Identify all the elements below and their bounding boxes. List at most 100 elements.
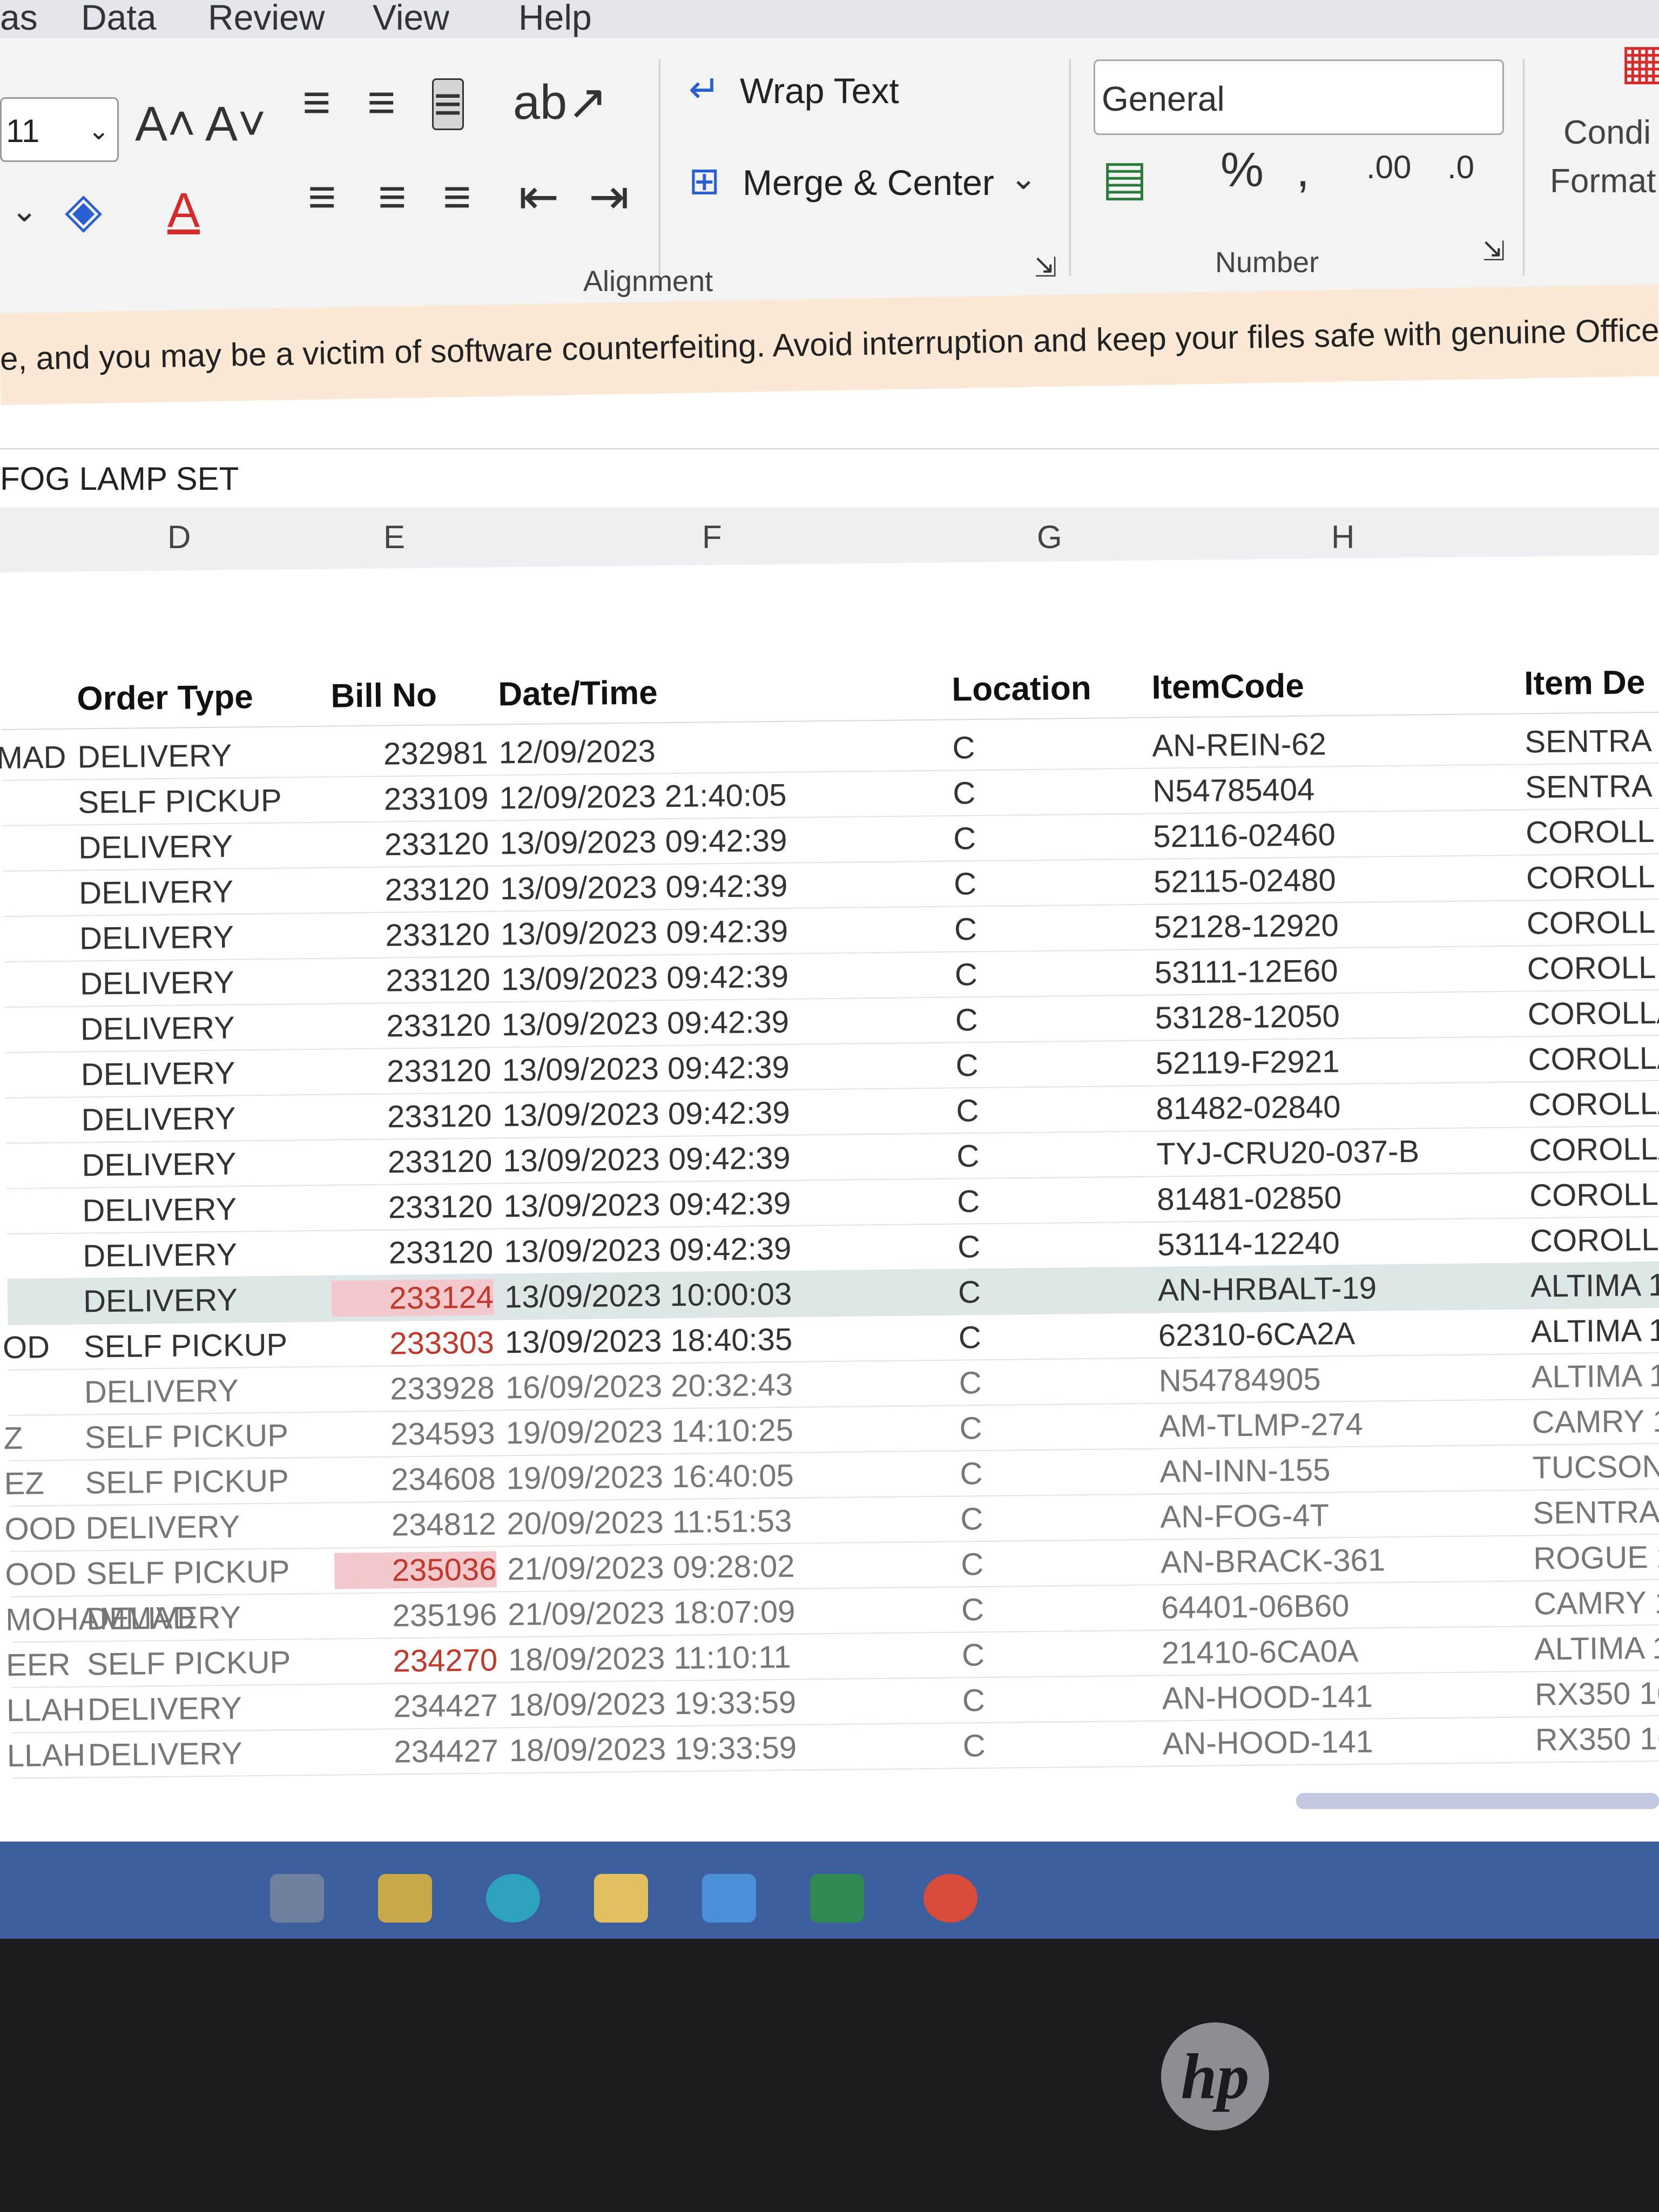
cell-bill-no[interactable]: 234593 <box>333 1415 495 1453</box>
cell-item-description[interactable]: ALTIMA 19 <box>1530 1266 1659 1304</box>
cell-item-code[interactable]: 53128-12050 <box>1155 998 1340 1036</box>
cell-order-type[interactable]: SELF PICKUP <box>85 1462 289 1501</box>
decrease-font-icon[interactable]: A˅ <box>205 100 266 149</box>
cell-location[interactable]: C <box>953 775 976 811</box>
cell-item-description[interactable]: COROLL <box>1526 859 1655 896</box>
edge-browser-icon[interactable] <box>486 1874 540 1923</box>
cell-location[interactable]: C <box>956 1092 979 1129</box>
cell-item-code[interactable]: 81482-02840 <box>1156 1089 1341 1127</box>
cell-date-time[interactable]: 13/09/2023 09:42:39 <box>503 1185 791 1225</box>
cell-location[interactable]: C <box>952 730 975 766</box>
header-item-code[interactable]: ItemCode <box>1151 667 1304 707</box>
cell-location[interactable]: C <box>960 1455 983 1492</box>
header-item-description[interactable]: Item De <box>1524 663 1645 703</box>
cell-item-description[interactable]: RX350 16-/45 <box>1535 1720 1659 1758</box>
cell-order-type[interactable]: SELF PICKUP <box>78 783 282 821</box>
cell-date-time[interactable]: 12/09/2023 21:40:05 <box>499 777 787 817</box>
number-format-dropdown[interactable]: General <box>1094 59 1504 135</box>
header-location[interactable]: Location <box>952 669 1091 709</box>
cell-bill-no[interactable]: 234270 <box>335 1642 498 1680</box>
menu-item-view[interactable]: View <box>373 0 449 38</box>
header-bill-no[interactable]: Bill No <box>331 676 437 716</box>
cell-item-description[interactable]: COROLLA <box>1528 1085 1659 1123</box>
header-date-time[interactable]: Date/Time <box>498 673 658 713</box>
merge-center-button[interactable]: Merge & Center <box>743 162 994 203</box>
align-right-icon[interactable]: ≡ <box>443 173 471 221</box>
fill-color-icon[interactable]: ◈ <box>65 186 102 235</box>
cell-location[interactable]: C <box>959 1319 982 1355</box>
cell-date-time[interactable]: 16/09/2023 20:32:43 <box>505 1367 793 1406</box>
cell-order-type[interactable]: DELIVERY <box>84 1372 239 1410</box>
cell-location[interactable]: C <box>953 820 976 857</box>
cell-item-code[interactable]: 52115-02480 <box>1154 862 1336 900</box>
cell-item-description[interactable]: COROLLA <box>1530 1221 1659 1259</box>
cell-bill-no[interactable]: 235196 <box>335 1596 497 1634</box>
menu-item-help[interactable]: Help <box>518 0 592 38</box>
cell-bill-no[interactable]: 233120 <box>331 1189 493 1226</box>
cell-customer-name[interactable]: EER <box>6 1647 71 1683</box>
cell-item-description[interactable]: CAMRY 15-1 <box>1534 1584 1659 1622</box>
cell-item-code[interactable]: AN-HOOD-141 <box>1162 1723 1373 1762</box>
cell-location[interactable]: C <box>962 1682 986 1718</box>
cell-item-description[interactable]: ALTIMA 16- <box>1531 1357 1659 1395</box>
cell-item-code[interactable]: 21410-6CA0A <box>1162 1633 1359 1671</box>
cell-item-code[interactable]: 64401-06B60 <box>1161 1588 1350 1626</box>
cell-location[interactable]: C <box>955 956 978 993</box>
cell-bill-no[interactable]: 232981 <box>326 735 488 773</box>
cell-bill-no[interactable]: 233928 <box>333 1370 495 1407</box>
cell-date-time[interactable]: 13/09/2023 09:42:39 <box>502 1049 790 1089</box>
cell-date-time[interactable]: 18/09/2023 11:10:11 <box>508 1639 791 1678</box>
cell-date-time[interactable]: 20/09/2023 11:51:53 <box>507 1503 792 1542</box>
cell-item-code[interactable]: AN-HOOD-141 <box>1162 1678 1373 1716</box>
cell-item-code[interactable]: 53114-12240 <box>1157 1225 1340 1263</box>
align-middle-icon[interactable]: ≡ <box>367 78 396 127</box>
cell-item-code[interactable]: AN-REIN-62 <box>1152 726 1326 764</box>
column-header-f[interactable]: F <box>702 518 722 556</box>
cell-bill-no[interactable]: 233124 <box>331 1279 494 1317</box>
cell-date-time[interactable]: 12/09/2023 <box>498 733 656 771</box>
formula-bar[interactable]: FOG LAMP SET <box>0 448 1659 510</box>
cell-location[interactable]: C <box>954 866 977 902</box>
cell-location[interactable]: C <box>959 1410 982 1446</box>
cell-order-type[interactable]: DELIVERY <box>77 738 232 775</box>
cell-customer-name[interactable]: Z <box>3 1420 23 1456</box>
cell-item-description[interactable]: COROLL <box>1526 813 1655 851</box>
cell-order-type[interactable]: SELF PICKUP <box>87 1644 291 1682</box>
cell-location[interactable]: C <box>956 1138 980 1174</box>
cell-customer-name[interactable]: LLAH <box>6 1691 85 1729</box>
cell-date-time[interactable]: 13/09/2023 09:42:39 <box>504 1231 792 1270</box>
cell-order-type[interactable]: DELIVERY <box>86 1599 241 1637</box>
cell-item-description[interactable]: SENTRA <box>1525 768 1653 805</box>
cell-item-description[interactable]: SENTRA <box>1525 723 1652 760</box>
cell-item-code[interactable]: AN-INN-155 <box>1159 1452 1331 1489</box>
conditional-format-icon[interactable]: ▦ <box>1620 38 1659 86</box>
cell-item-description[interactable]: COROLL <box>1527 904 1656 941</box>
cell-location[interactable]: C <box>957 1183 980 1219</box>
file-explorer-icon[interactable] <box>594 1874 648 1923</box>
chevron-down-icon[interactable]: ⌄ <box>1010 162 1037 194</box>
cell-item-code[interactable]: 52128-12920 <box>1154 907 1339 946</box>
cell-customer-name[interactable]: LLAH <box>7 1737 86 1774</box>
cell-customer-name[interactable]: OOD <box>5 1556 77 1593</box>
cell-item-code[interactable]: 53111-12E60 <box>1155 953 1338 991</box>
cell-order-type[interactable]: DELIVERY <box>83 1282 238 1319</box>
cell-location[interactable]: C <box>960 1501 983 1537</box>
cell-item-description[interactable]: COROLLA <box>1527 995 1659 1033</box>
cell-item-description[interactable]: CAMRY 18- <box>1532 1402 1659 1440</box>
excel-icon[interactable] <box>810 1874 864 1923</box>
cell-item-code[interactable]: 52116-02460 <box>1153 817 1336 855</box>
cell-item-description[interactable]: ROGUE 21-F <box>1533 1539 1659 1577</box>
align-left-icon[interactable]: ≡ <box>308 173 336 221</box>
cell-item-code[interactable]: AN-FOG-4T <box>1160 1497 1329 1535</box>
cell-item-description[interactable]: TUCSON 16 <box>1532 1448 1659 1486</box>
percent-icon[interactable]: % <box>1220 146 1264 194</box>
cell-item-description[interactable]: ALTIMA 19 <box>1531 1312 1659 1350</box>
cell-location[interactable]: C <box>961 1591 984 1628</box>
cell-order-type[interactable]: DELIVERY <box>82 1191 237 1229</box>
cell-location[interactable]: C <box>962 1637 985 1673</box>
cell-item-code[interactable]: 62310-6CA2A <box>1158 1316 1355 1354</box>
align-center-icon[interactable]: ≡ <box>378 173 407 221</box>
spreadsheet-grid[interactable]: Order Type Bill No Date/Time Location It… <box>0 555 1659 1779</box>
cell-date-time[interactable]: 18/09/2023 19:33:59 <box>509 1684 797 1724</box>
cell-location[interactable]: C <box>961 1546 984 1582</box>
